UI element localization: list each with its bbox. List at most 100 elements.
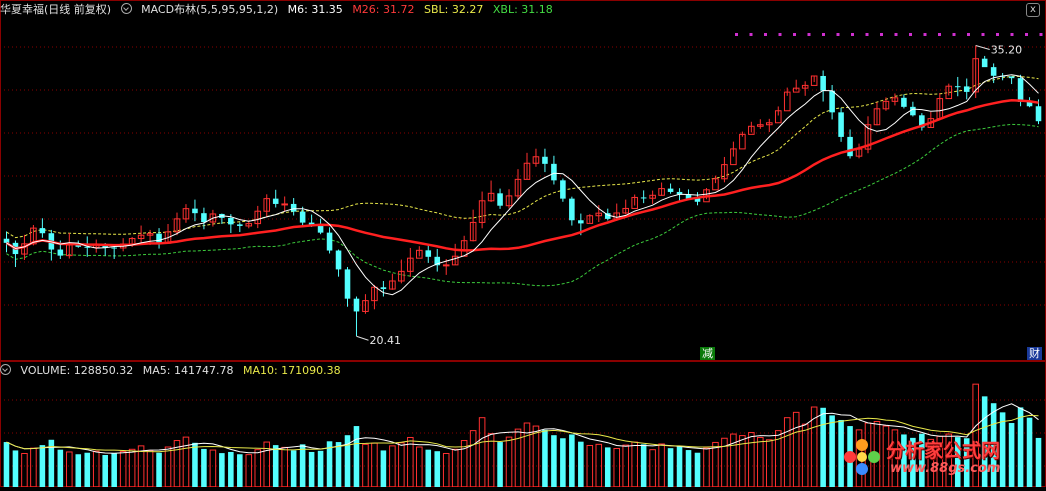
volume-bar-up <box>505 436 513 488</box>
volume-bar-down <box>57 449 64 487</box>
volume-bar-down <box>578 441 584 487</box>
price-panel-frame <box>0 0 1046 361</box>
volume-menu-icon[interactable] <box>0 364 11 375</box>
signal-dot <box>778 33 782 36</box>
candle-down-body <box>1017 78 1024 102</box>
volume-bar-down <box>425 449 432 487</box>
candle-down-body <box>847 136 853 157</box>
volume-bar-down <box>497 442 503 487</box>
volume-bar-up <box>748 432 755 488</box>
volume-bar-down <box>75 454 82 487</box>
candle-down-body <box>838 112 844 137</box>
volume-bar-down <box>667 448 674 487</box>
volume-bar-up <box>442 452 450 488</box>
low-price-label: 20.41 <box>369 334 401 347</box>
signal-dot <box>836 33 840 36</box>
volume-bar-up <box>622 444 629 488</box>
volume-bar-up <box>407 436 414 488</box>
candle-down-body <box>667 188 674 192</box>
candle-down-body <box>820 75 826 91</box>
candle-down-body <box>299 211 306 223</box>
volume-bar-down <box>102 455 108 487</box>
signal-dot <box>1025 33 1028 36</box>
volume-bar-down <box>551 435 557 487</box>
candle-down-body <box>640 197 647 199</box>
candle-down-body <box>326 232 333 251</box>
candle-down-body <box>1008 76 1015 79</box>
signal-dot <box>764 33 767 36</box>
volume-bar-down <box>3 442 10 487</box>
volume-bar-down <box>308 451 315 487</box>
candle-down-body <box>954 86 961 88</box>
volume-bar-down <box>560 438 566 487</box>
candle-down-body <box>578 220 584 224</box>
ma10-value: MA10: 171090.38 <box>242 364 341 377</box>
signal-dot <box>1010 33 1014 36</box>
volume-bar-up <box>658 443 665 488</box>
volume-bar-down <box>694 452 701 487</box>
volume-bar-down <box>156 452 162 487</box>
volume-bar-down <box>290 450 297 487</box>
volume-bar-up <box>128 448 136 488</box>
signal-dot <box>967 33 970 36</box>
volume-bar-up <box>613 448 621 488</box>
candle-down-body <box>39 228 46 234</box>
watermark-text: 分析家公式网 <box>886 440 1001 462</box>
signal-dot <box>735 33 738 36</box>
volume-bar-down <box>353 426 360 487</box>
m26-value: M26: 31.72 <box>352 3 415 16</box>
candle-down-body <box>425 250 432 257</box>
volume-bar-down <box>192 442 198 487</box>
volume-bar-up <box>631 441 638 488</box>
volume-bar-up <box>66 451 73 488</box>
volume-bar-up <box>478 417 486 488</box>
candle-down-body <box>344 269 351 299</box>
signal-dot <box>909 33 912 36</box>
volume-bar-down <box>380 450 387 487</box>
signal-dot <box>749 33 753 36</box>
signal-dot <box>880 33 883 36</box>
volume-bar-up <box>398 442 405 488</box>
signal-dot <box>894 33 898 36</box>
m6-value: M6: 31.35 <box>287 3 343 16</box>
volume-bar-down <box>237 454 243 487</box>
signal-dot <box>1039 33 1043 36</box>
volume-bar-up <box>371 442 378 488</box>
volume-bar-up <box>137 445 145 488</box>
indicator-name[interactable]: MACD布林(5,5,95,95,1,2) <box>141 3 278 16</box>
indicator-menu-icon[interactable] <box>120 3 132 14</box>
kline-stage[interactable]: 35.20 20.41 华夏幸福(日线 前复权) MACD布林(5,5,95,95… <box>0 0 1046 488</box>
volume-bar-up <box>649 449 656 488</box>
volume-bar-up <box>766 439 773 488</box>
volume-bar-down <box>640 444 647 487</box>
volume-bar-down <box>12 450 19 487</box>
candle-down-body <box>237 224 243 226</box>
candle-down-body <box>201 213 207 223</box>
watermark-logo-icon <box>844 439 880 475</box>
finance-tag[interactable]: 财 <box>1027 347 1042 360</box>
candle-down-body <box>228 217 234 225</box>
signal-dot <box>938 33 941 36</box>
candle-down-body <box>335 250 342 270</box>
candle-down-body <box>497 193 503 206</box>
stock-name: 华夏幸福(日线 前复权) <box>0 3 112 16</box>
kline-chart[interactable]: 35.20 20.41 <box>0 0 1046 488</box>
candle-down-body <box>990 67 997 76</box>
signal-dot <box>996 33 999 36</box>
volume-value[interactable]: VOLUME: 128850.32 <box>21 364 134 377</box>
volume-bar-up <box>362 443 369 488</box>
signal-dot <box>807 33 811 36</box>
reduce-tag[interactable]: 减 <box>700 347 715 360</box>
candle-down-body <box>353 298 360 312</box>
candle-down-body <box>290 203 297 212</box>
volume-bar-up <box>586 444 594 488</box>
close-icon[interactable]: x <box>1026 3 1040 17</box>
volume-bar-down <box>111 453 117 487</box>
xbl-value: XBL: 31.18 <box>492 3 553 16</box>
candle-down-body <box>829 90 835 113</box>
volume-bar-up <box>119 451 127 488</box>
volume-bar-down <box>219 453 225 487</box>
volume-bar-up <box>281 446 288 488</box>
candle-down-body <box>192 208 198 214</box>
ma5-value: MA5: 141747.78 <box>142 364 234 377</box>
